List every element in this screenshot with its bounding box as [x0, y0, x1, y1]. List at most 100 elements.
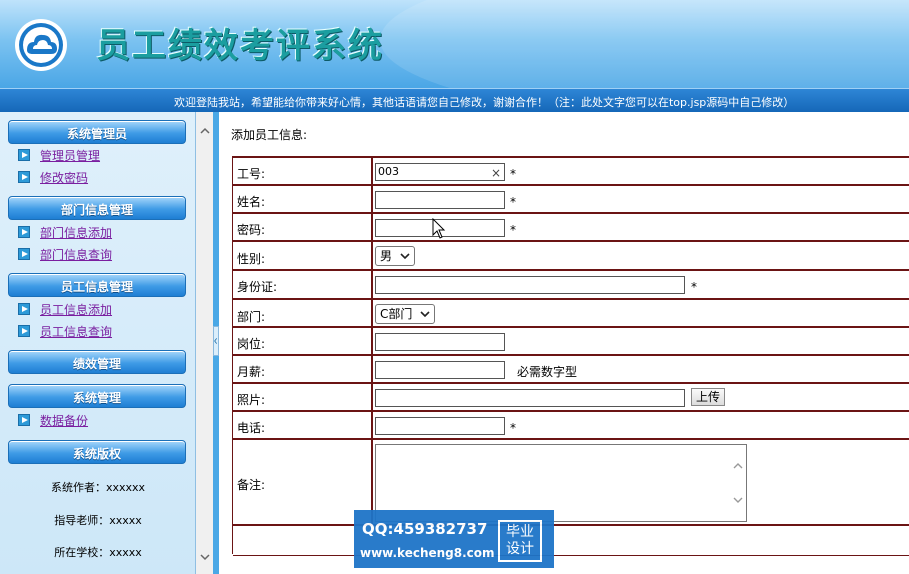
field-label: 电话: [237, 421, 266, 435]
cloud-logo-icon [15, 19, 67, 71]
chevron-down-icon [400, 253, 410, 260]
sidebar-item-change-password[interactable]: 修改密码 [18, 168, 88, 186]
sidebar-group-employee[interactable]: 员工信息管理 [8, 273, 186, 297]
arrow-bullet-icon [18, 414, 30, 426]
sidebar-item-admin-manage[interactable]: 管理员管理 [18, 146, 100, 164]
form-row-department: 部门: C部门 [233, 300, 909, 328]
scroll-up-icon[interactable] [733, 461, 743, 471]
scroll-down-icon[interactable] [733, 495, 743, 505]
field-label: 性别: [237, 252, 266, 266]
main-content: 添加员工信息: 工号: 003 × * 姓名: * 密码: * 性别: 男 身份… [219, 112, 909, 574]
watermark-site: www.kecheng8.com [360, 546, 495, 560]
sidebar-item-employee-add[interactable]: 员工信息添加 [18, 300, 112, 318]
chevron-left-icon [214, 338, 217, 344]
arrow-bullet-icon [18, 171, 30, 183]
field-label: 照片: [237, 393, 266, 407]
column-divider [371, 412, 373, 438]
required-mark: * [510, 195, 516, 209]
field-label: 身份证: [237, 280, 278, 294]
watermark-badge: 毕业 设计 [498, 520, 542, 562]
department-value: C部门 [380, 307, 413, 321]
form-row-id-card: 身份证: * [233, 271, 909, 300]
required-mark: * [510, 167, 516, 181]
form-row-notes: 备注: [233, 440, 909, 526]
form-row-employee-id: 工号: 003 × * [233, 158, 909, 186]
employee-form: 工号: 003 × * 姓名: * 密码: * 性别: 男 身份证: * 部门:… [232, 156, 909, 556]
column-divider [371, 271, 373, 298]
column-divider [371, 300, 373, 326]
watermark-qq: QQ:459382737 [362, 520, 488, 538]
sidebar-item-employee-query[interactable]: 员工信息查询 [18, 322, 112, 340]
sidebar-link[interactable]: 员工信息查询 [40, 323, 112, 340]
column-divider [371, 186, 373, 212]
required-mark: * [691, 280, 697, 294]
sidebar-link[interactable]: 部门信息添加 [40, 224, 112, 241]
marquee-text: 欢迎登陆我站，希望能给你带来好心情，其他话语请您自己修改，谢谢合作！（注：此处文… [174, 96, 795, 109]
header-decoration [380, 0, 909, 88]
scroll-down-icon[interactable] [200, 552, 210, 562]
scroll-up-icon[interactable] [200, 126, 210, 136]
form-row-name: 姓名: * [233, 186, 909, 214]
chevron-down-icon [420, 311, 430, 318]
field-label: 备注: [237, 478, 266, 492]
sidebar: 系统管理员 管理员管理 修改密码 部门信息管理 部门信息添加 部门信息查询 员工… [0, 112, 196, 574]
column-divider [371, 214, 373, 240]
sidebar-group-copyright[interactable]: 系统版权 [8, 440, 186, 464]
position-input[interactable] [375, 333, 505, 351]
sidebar-group-performance[interactable]: 绩效管理 [8, 350, 186, 374]
sidebar-group-label: 部门信息管理 [60, 203, 133, 217]
form-row-photo: 照片: 上传 [233, 384, 909, 412]
field-label: 姓名: [237, 195, 266, 209]
clear-icon[interactable]: × [491, 165, 501, 181]
sidebar-group-label: 员工信息管理 [60, 280, 133, 294]
sidebar-link[interactable]: 员工信息添加 [40, 301, 112, 318]
watermark-banner: QQ:459382737 www.kecheng8.com 毕业 设计 [354, 510, 554, 568]
form-row-password: 密码: * [233, 214, 909, 242]
column-divider [371, 158, 373, 184]
salary-hint: 必需数字型 [517, 365, 578, 379]
column-divider [371, 328, 373, 354]
form-row-gender: 性别: 男 [233, 242, 909, 271]
phone-input[interactable] [375, 417, 505, 435]
field-label: 工号: [237, 167, 266, 181]
employee-id-input[interactable]: 003 × [375, 163, 505, 181]
gender-select[interactable]: 男 [375, 246, 415, 266]
sidebar-link[interactable]: 数据备份 [40, 412, 88, 429]
form-row-phone: 电话: * [233, 412, 909, 440]
author-info: 系统作者：xxxxxx [50, 481, 146, 494]
department-select[interactable]: C部门 [375, 304, 435, 324]
sidebar-item-department-query[interactable]: 部门信息查询 [18, 245, 112, 263]
column-divider [371, 242, 373, 269]
sidebar-group-department[interactable]: 部门信息管理 [8, 196, 186, 220]
field-label: 密码: [237, 223, 266, 237]
salary-input[interactable] [375, 361, 505, 379]
sidebar-item-data-backup[interactable]: 数据备份 [18, 411, 88, 429]
field-label: 部门: [237, 310, 266, 324]
form-row-actions [233, 526, 909, 556]
sidebar-group-admin[interactable]: 系统管理员 [8, 120, 186, 144]
badge-line: 毕业 [506, 524, 534, 540]
name-input[interactable] [375, 191, 505, 209]
id-card-input[interactable] [375, 276, 685, 294]
sidebar-link[interactable]: 部门信息查询 [40, 246, 112, 263]
photo-path-input[interactable] [375, 389, 685, 407]
field-label: 岗位: [237, 337, 266, 351]
upload-button[interactable]: 上传 [691, 388, 725, 406]
employee-id-value: 003 [378, 165, 399, 178]
mouse-pointer-icon [432, 218, 446, 239]
sidebar-link[interactable]: 修改密码 [40, 169, 88, 186]
column-divider [371, 356, 373, 382]
form-row-salary: 月薪: 必需数字型 [233, 356, 909, 384]
arrow-bullet-icon [18, 226, 30, 238]
sidebar-group-system[interactable]: 系统管理 [8, 384, 186, 408]
form-row-position: 岗位: [233, 328, 909, 356]
sidebar-scrollbar[interactable] [196, 112, 214, 574]
advisor-info: 指导老师：xxxxx [54, 514, 142, 527]
app-header: 员工绩效考评系统 [0, 0, 909, 88]
sidebar-item-department-add[interactable]: 部门信息添加 [18, 223, 112, 241]
sidebar-link[interactable]: 管理员管理 [40, 147, 100, 164]
arrow-bullet-icon [18, 325, 30, 337]
welcome-marquee: 欢迎登陆我站，希望能给你带来好心情，其他话语请您自己修改，谢谢合作！（注：此处文… [0, 88, 909, 112]
arrow-bullet-icon [18, 248, 30, 260]
column-divider [371, 384, 373, 410]
